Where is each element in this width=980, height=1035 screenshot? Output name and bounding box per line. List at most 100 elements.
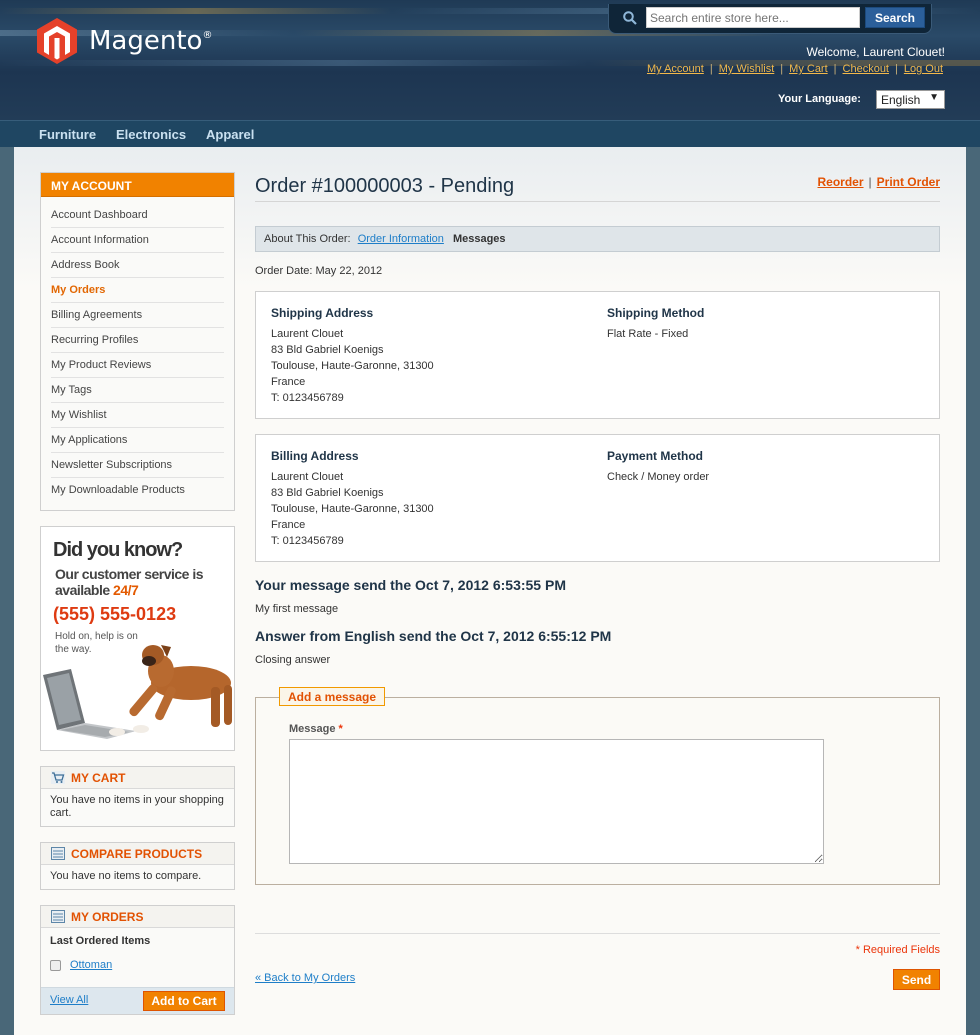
nav-apparel[interactable]: Apparel bbox=[206, 127, 254, 142]
top-links: My Account | My Wishlist | My Cart | Checkout |… bbox=[645, 63, 945, 75]
mini-cart-title: MY CART bbox=[71, 770, 126, 785]
tab-messages: Messages bbox=[452, 233, 506, 245]
address-line: 83 Bld Gabriel Koenigs bbox=[271, 344, 384, 356]
sidebar-item-downloadable-products[interactable]: My Downloadable Products bbox=[51, 478, 224, 503]
sidebar-item-billing-agreements[interactable]: Billing Agreements bbox=[51, 303, 224, 328]
promo-title: Did you know? bbox=[53, 539, 183, 561]
tab-order-information[interactable]: Order Information bbox=[358, 233, 444, 245]
sidebar-item-my-orders: My Orders bbox=[51, 278, 224, 303]
billing-info-box: Billing Address Laurent Clouet 83 Bld Ga… bbox=[255, 434, 940, 562]
account-nav-title: MY ACCOUNT bbox=[41, 173, 234, 197]
payment-method-value: Check / Money order bbox=[607, 471, 710, 483]
shipping-address-title: Shipping Address bbox=[271, 306, 374, 320]
my-orders-header: MY ORDERS bbox=[41, 906, 234, 928]
search-button[interactable]: Search bbox=[865, 7, 925, 28]
my-orders-block: MY ORDERS Last Ordered Items Ottoman Vie… bbox=[40, 905, 235, 1015]
ordered-item-checkbox[interactable] bbox=[50, 959, 61, 971]
required-fields-note: * Required Fields bbox=[855, 944, 940, 956]
my-wishlist-link[interactable]: My Wishlist bbox=[719, 63, 775, 75]
link-separator: | bbox=[868, 175, 872, 189]
my-orders-title: MY ORDERS bbox=[71, 909, 144, 924]
search-input[interactable] bbox=[646, 7, 860, 28]
logout-link[interactable]: Log Out bbox=[904, 63, 943, 75]
language-label: Your Language: bbox=[778, 93, 861, 105]
shipping-method-title: Shipping Method bbox=[607, 306, 705, 320]
ordered-item-link[interactable]: Ottoman bbox=[70, 959, 112, 971]
my-orders-footer: View All Add to Cart bbox=[41, 987, 234, 1014]
address-line: Laurent Clouet bbox=[271, 471, 344, 483]
checkout-link[interactable]: Checkout bbox=[843, 63, 889, 75]
answer-heading: Answer from English send the Oct 7, 2012… bbox=[255, 628, 612, 644]
shipping-method-value: Flat Rate - Fixed bbox=[607, 328, 689, 340]
address-line: Laurent Clouet bbox=[271, 328, 344, 340]
address-line: France bbox=[271, 519, 306, 531]
store-logo[interactable]: Magento® bbox=[37, 18, 212, 64]
title-divider bbox=[255, 201, 940, 202]
link-separator: | bbox=[895, 63, 898, 75]
payment-method: Payment Method Check / Money order bbox=[607, 449, 709, 485]
compare-list-icon bbox=[51, 847, 65, 860]
page-title: Order #100000003 - Pending bbox=[255, 175, 515, 197]
sidebar-item-account-information[interactable]: Account Information bbox=[51, 228, 224, 253]
compare-header: COMPARE PRODUCTS bbox=[41, 843, 234, 865]
billing-address-title: Billing Address bbox=[271, 449, 359, 463]
dropdown-arrow-icon: ▼ bbox=[929, 92, 939, 103]
order-tabs: About This Order: Order Information Mess… bbox=[255, 226, 940, 252]
add-message-legend: Add a message bbox=[279, 687, 386, 706]
cart-icon bbox=[51, 771, 65, 784]
add-to-cart-button[interactable]: Add to Cart bbox=[143, 991, 225, 1011]
main-nav: Furniture Electronics Apparel bbox=[0, 120, 980, 147]
message-textarea[interactable] bbox=[289, 739, 824, 864]
my-cart-link[interactable]: My Cart bbox=[789, 63, 828, 75]
account-nav: MY ACCOUNT Account Dashboard Account Inf… bbox=[40, 172, 235, 511]
shipping-address: Shipping Address Laurent Clouet 83 Bld G… bbox=[271, 306, 434, 406]
last-ordered-label: Last Ordered Items bbox=[50, 935, 151, 947]
nav-electronics[interactable]: Electronics bbox=[116, 127, 186, 142]
form-divider bbox=[255, 933, 940, 934]
address-line: 83 Bld Gabriel Koenigs bbox=[271, 487, 384, 499]
send-button[interactable]: Send bbox=[893, 969, 940, 990]
mini-cart-block: MY CART You have no items in your shoppi… bbox=[40, 766, 235, 827]
address-line: Toulouse, Haute-Garonne, 31300 bbox=[271, 503, 434, 515]
address-line: Toulouse, Haute-Garonne, 31300 bbox=[271, 360, 434, 372]
ordered-item-row: Ottoman bbox=[41, 959, 234, 971]
mini-cart-text: You have no items in your shopping cart. bbox=[50, 794, 224, 819]
order-date: Order Date: May 22, 2012 bbox=[255, 265, 383, 277]
account-nav-list: Account Dashboard Account Information Ad… bbox=[41, 197, 234, 503]
language-value: English bbox=[881, 93, 921, 107]
shipping-method: Shipping Method Flat Rate - Fixed bbox=[607, 306, 704, 342]
nav-furniture[interactable]: Furniture bbox=[39, 127, 96, 142]
link-separator: | bbox=[709, 63, 713, 75]
order-actions: Reorder | Print Order bbox=[818, 175, 941, 189]
reorder-link[interactable]: Reorder bbox=[818, 175, 864, 189]
shipping-info-box: Shipping Address Laurent Clouet 83 Bld G… bbox=[255, 291, 940, 419]
magento-logo-icon bbox=[37, 18, 77, 64]
compare-text: You have no items to compare. bbox=[50, 870, 202, 882]
sidebar-item-my-tags[interactable]: My Tags bbox=[51, 378, 224, 403]
message-body: My first message bbox=[255, 603, 339, 615]
message-heading: Your message send the Oct 7, 2012 6:53:5… bbox=[255, 577, 566, 593]
compare-block: COMPARE PRODUCTS You have no items to co… bbox=[40, 842, 235, 890]
order-tabs-label: About This Order: bbox=[264, 233, 351, 245]
link-separator: | bbox=[780, 63, 784, 75]
sidebar-item-newsletter[interactable]: Newsletter Subscriptions bbox=[51, 453, 224, 478]
print-order-link[interactable]: Print Order bbox=[877, 175, 940, 189]
sidebar-item-product-reviews[interactable]: My Product Reviews bbox=[51, 353, 224, 378]
sidebar-item-address-book[interactable]: Address Book bbox=[51, 253, 224, 278]
view-all-link[interactable]: View All bbox=[50, 994, 88, 1006]
back-to-orders-link[interactable]: « Back to My Orders bbox=[255, 972, 355, 984]
sidebar-item-recurring-profiles[interactable]: Recurring Profiles bbox=[51, 328, 224, 353]
customer-service-banner[interactable]: Did you know? Our customer service is av… bbox=[40, 526, 235, 751]
welcome-message: Welcome, Laurent Clouet! bbox=[806, 45, 945, 59]
search-bar: Search bbox=[608, 4, 932, 34]
compare-title: COMPARE PRODUCTS bbox=[71, 846, 203, 861]
answer-body: Closing answer bbox=[255, 654, 331, 666]
my-account-link[interactable]: My Account bbox=[647, 63, 704, 75]
sidebar-item-my-applications[interactable]: My Applications bbox=[51, 428, 224, 453]
sidebar-item-account-dashboard[interactable]: Account Dashboard bbox=[51, 203, 224, 228]
orders-list-icon bbox=[51, 910, 65, 923]
dog-with-laptop-illustration bbox=[43, 645, 232, 739]
sidebar-item-my-wishlist[interactable]: My Wishlist bbox=[51, 403, 224, 428]
address-line: T: 0123456789 bbox=[271, 392, 344, 404]
language-select[interactable]: English ▼ bbox=[876, 90, 945, 109]
